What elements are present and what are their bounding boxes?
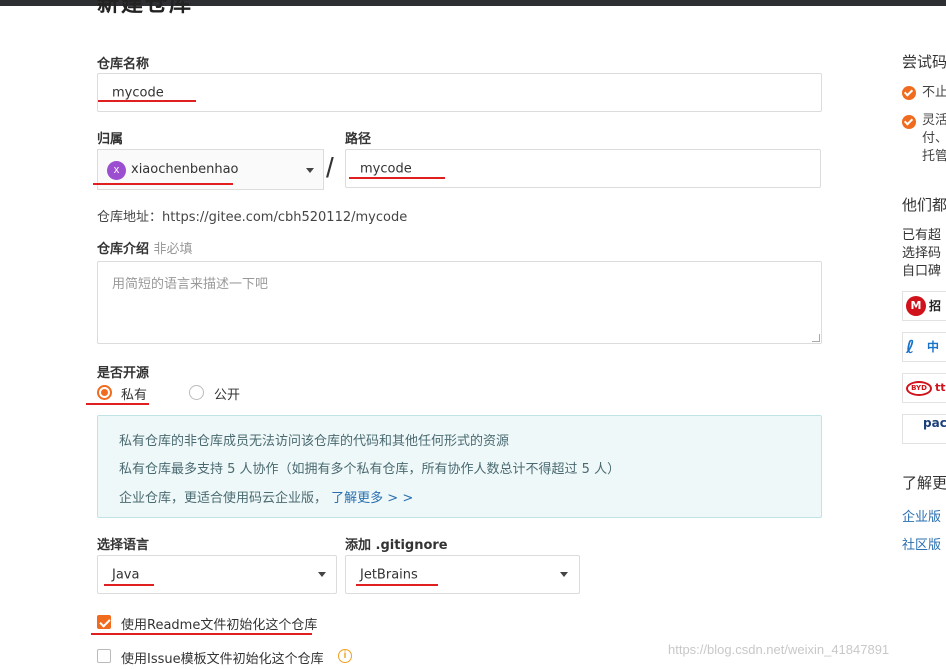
- path-input[interactable]: mycode: [345, 149, 821, 188]
- public-radio-label[interactable]: 公开: [214, 384, 240, 403]
- repo-address-value: https://gitee.com/cbh520112/mycode: [162, 210, 408, 225]
- annotation-underline: [93, 183, 233, 185]
- gitignore-value: JetBrains: [360, 567, 418, 582]
- repo-address-label: 仓库地址：: [97, 210, 163, 225]
- sidebar-para-line-1: 已有超: [902, 228, 942, 243]
- annotation-underline: [91, 633, 312, 635]
- private-radio-label[interactable]: 私有: [121, 384, 147, 403]
- repo-name-value: mycode: [112, 85, 164, 100]
- chevron-down-icon: [560, 572, 568, 577]
- language-label: 选择语言: [97, 538, 150, 553]
- info-line-1: 私有仓库的非仓库成员无法访问该仓库的代码和其他任何形式的资源: [119, 434, 510, 449]
- info-icon[interactable]: i: [338, 649, 352, 663]
- visibility-label: 是否开源: [97, 366, 150, 381]
- avatar: x: [107, 161, 126, 180]
- sidebar-title-learn: 了解更: [902, 474, 946, 492]
- language-value: Java: [112, 567, 140, 582]
- sidebar-item-2-line-3: 托管: [922, 149, 946, 164]
- sidebar-item-2-line-2: 付、: [922, 131, 946, 146]
- page-title: 新建仓库: [97, 0, 194, 17]
- init-readme-checkbox[interactable]: [97, 615, 111, 629]
- init-readme-label[interactable]: 使用Readme文件初始化这个仓库: [121, 614, 317, 633]
- watermark: https://blog.csdn.net/weixin_41847891: [668, 642, 890, 657]
- description-label: 仓库介绍 非必填: [97, 238, 193, 257]
- private-radio[interactable]: [97, 385, 112, 400]
- chevron-down-icon: [306, 168, 314, 173]
- owner-value: xiaochenbenhao: [131, 162, 239, 177]
- info-line-2: 私有仓库最多支持 5 人协作（如拥有多个私有仓库，所有协作人数总计不得超过 5 …: [119, 462, 621, 477]
- annotation-underline: [356, 584, 438, 586]
- learn-more-link[interactable]: 了解更多 > >: [331, 491, 413, 506]
- community-link[interactable]: 社区版: [902, 534, 941, 553]
- path-value: mycode: [360, 161, 412, 176]
- description-textarea[interactable]: 用简短的语言来描述一下吧: [97, 261, 822, 344]
- sidebar-title-users: 他们都: [902, 196, 946, 214]
- logo-text: tt: [935, 381, 946, 394]
- description-placeholder: 用简短的语言来描述一下吧: [112, 277, 269, 292]
- public-radio[interactable]: [189, 385, 204, 400]
- repo-name-label: 仓库名称: [97, 57, 150, 72]
- sidebar-item-1: 不止: [922, 85, 946, 100]
- gitignore-label: 添加 .gitignore: [345, 538, 448, 553]
- telecom-logo-icon: ℓ: [906, 337, 915, 358]
- annotation-underline: [98, 100, 196, 102]
- right-sidebar: 尝试码 不止 灵活 付、 托管 他们都 已有超 选择码 自口碑 M 招 ℓ 中 …: [902, 0, 946, 669]
- annotation-underline: [86, 403, 149, 405]
- enterprise-link[interactable]: 企业版: [902, 506, 941, 525]
- init-issue-checkbox[interactable]: [97, 649, 111, 663]
- logo-text: pac 文 思: [923, 416, 946, 430]
- customer-logo-byd: BYD tt: [902, 373, 946, 403]
- sidebar-title-try: 尝试码: [902, 53, 946, 71]
- repo-address: 仓库地址：https://gitee.com/cbh520112/mycode: [97, 206, 407, 225]
- annotation-underline: [349, 177, 445, 179]
- logo-text: 招: [929, 299, 942, 313]
- optional-hint: 非必填: [153, 242, 193, 257]
- path-label: 路径: [345, 132, 372, 147]
- info-line-3-text: 企业仓库，更适合使用码云企业版，: [119, 491, 328, 506]
- path-separator: /: [326, 152, 334, 183]
- check-circle-icon: [902, 86, 916, 100]
- language-select[interactable]: Java: [97, 555, 337, 594]
- annotation-underline: [104, 584, 154, 586]
- resize-handle[interactable]: [812, 334, 820, 342]
- owner-label: 归属: [97, 132, 124, 147]
- chevron-down-icon: [318, 572, 326, 577]
- info-line-3: 企业仓库，更适合使用码云企业版， 了解更多 > >: [119, 487, 413, 506]
- sidebar-item-2-line-1: 灵活: [922, 113, 946, 128]
- logo-text: 中: [927, 340, 940, 354]
- cmb-logo-icon: M: [906, 296, 926, 316]
- sidebar-para-line-2: 选择码: [902, 246, 942, 261]
- customer-logo-pac: pac 文 思: [902, 414, 946, 444]
- description-label-text: 仓库介绍: [97, 242, 150, 257]
- private-info-box: 私有仓库的非仓库成员无法访问该仓库的代码和其他任何形式的资源 私有仓库最多支持 …: [97, 415, 822, 518]
- sidebar-para-line-3: 自口碑: [902, 264, 942, 279]
- byd-logo-icon: BYD: [906, 381, 932, 396]
- customer-logo-cmb: M 招: [902, 291, 946, 321]
- customer-logo-telecom: ℓ 中: [902, 332, 946, 362]
- init-issue-label[interactable]: 使用Issue模板文件初始化这个仓库: [121, 648, 324, 667]
- repo-name-input[interactable]: mycode: [97, 73, 822, 112]
- check-circle-icon: [902, 115, 916, 129]
- gitignore-select[interactable]: JetBrains: [345, 555, 580, 594]
